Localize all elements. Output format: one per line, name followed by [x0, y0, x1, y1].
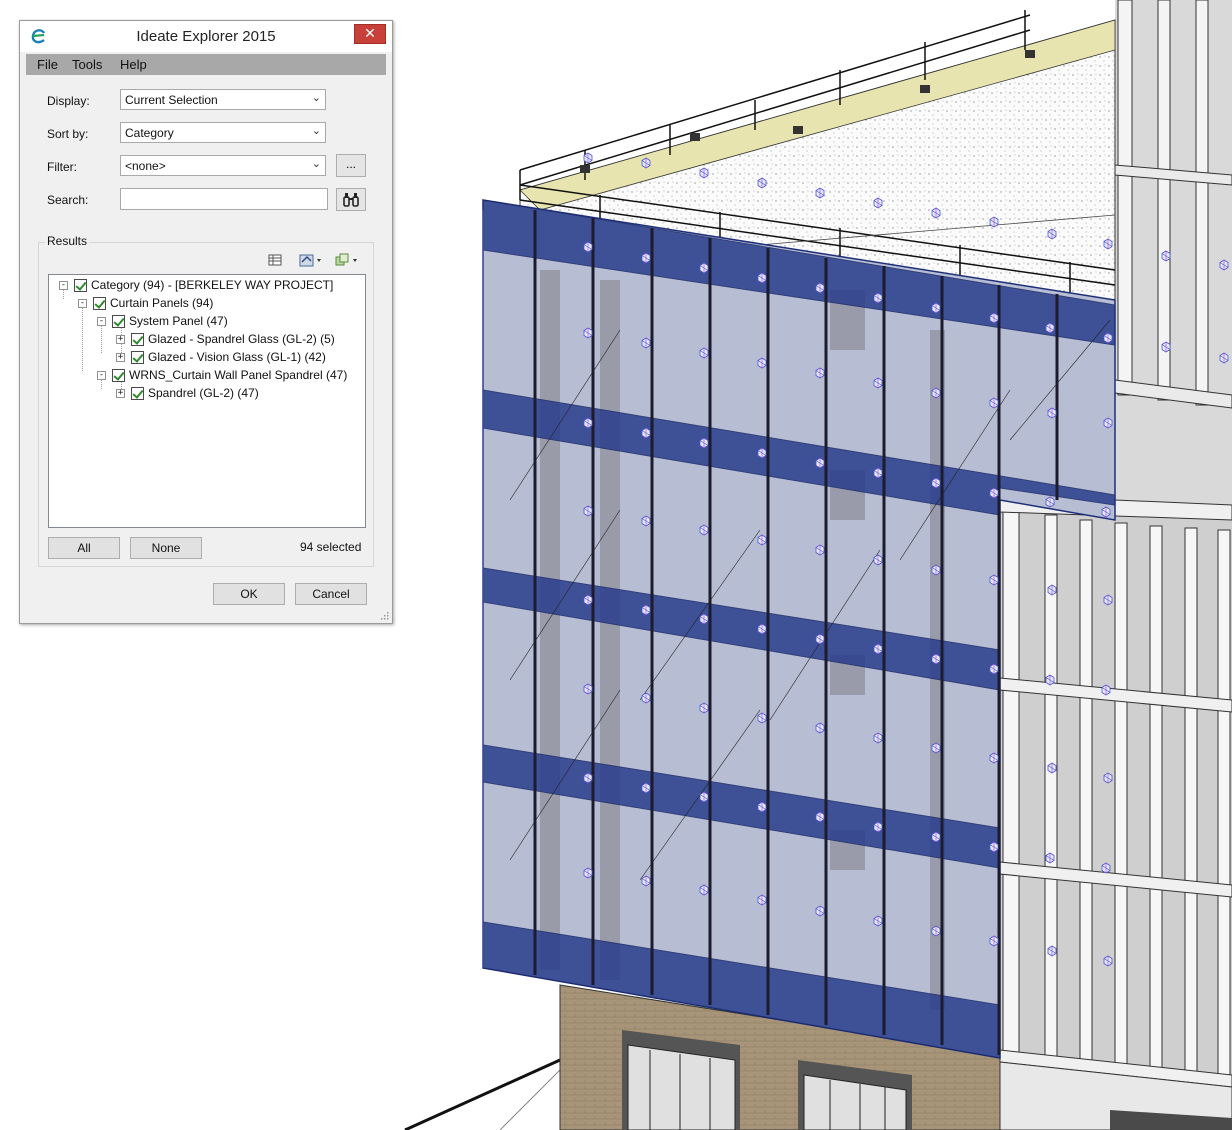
tree-node-label: Curtain Panels (94)	[110, 296, 214, 310]
tree-node-label: WRNS_Curtain Wall Panel Spandrel (47)	[129, 368, 348, 382]
collapse-icon[interactable]: -	[59, 281, 68, 290]
collapse-icon[interactable]: -	[97, 317, 106, 326]
title-bar[interactable]: Ideate Explorer 2015 ✕	[20, 21, 392, 52]
tree-node-label: Glazed - Vision Glass (GL-1) (42)	[148, 350, 326, 364]
display-dropdown[interactable]: Current Selection ⌄	[120, 89, 326, 110]
expand-icon[interactable]: +	[116, 353, 125, 362]
select-none-button[interactable]: None	[130, 537, 202, 559]
ideate-explorer-dialog: Ideate Explorer 2015 ✕ File Tools Help D…	[19, 20, 393, 624]
collapse-icon[interactable]: -	[78, 299, 87, 308]
tree-node-wrns-spandrel[interactable]: - WRNS_Curtain Wall Panel Spandrel (47)	[49, 367, 365, 385]
chevron-down-icon: ⌄	[311, 124, 321, 137]
filter-dropdown[interactable]: <none> ⌄	[120, 155, 326, 176]
checkbox-checked[interactable]	[112, 315, 125, 328]
tree-node-system-panel[interactable]: - System Panel (47)	[49, 313, 365, 331]
menu-help[interactable]: Help	[120, 57, 147, 72]
menu-bar: File Tools Help	[26, 54, 386, 75]
display-value: Current Selection	[125, 93, 218, 107]
tree-node-label: System Panel (47)	[129, 314, 228, 328]
grid-view-icon[interactable]	[268, 252, 282, 268]
select-all-button[interactable]: All	[48, 537, 120, 559]
tree-node-category[interactable]: - Category (94) - [BERKELEY WAY PROJECT]	[49, 277, 365, 295]
sort-by-label: Sort by:	[47, 127, 89, 141]
menu-tools[interactable]: Tools	[72, 57, 102, 72]
expand-icon[interactable]: +	[116, 335, 125, 344]
results-label: Results	[45, 234, 90, 248]
isolate-dropdown-icon[interactable]	[334, 252, 360, 268]
cancel-button[interactable]: Cancel	[295, 583, 367, 605]
find-button[interactable]	[336, 188, 366, 211]
checkbox-checked[interactable]	[131, 387, 144, 400]
resize-grip-icon[interactable]	[379, 610, 389, 620]
tree-node-spandrel-glass[interactable]: + Glazed - Spandrel Glass (GL-2) (5)	[49, 331, 365, 349]
tree-node-label: Spandrel (GL-2) (47)	[148, 386, 259, 400]
checkbox-checked[interactable]	[131, 333, 144, 346]
tree-node-label: Glazed - Spandrel Glass (GL-2) (5)	[148, 332, 335, 346]
tree-node-spandrel-gl2[interactable]: + Spandrel (GL-2) (47)	[49, 385, 365, 403]
chevron-down-icon: ⌄	[311, 91, 321, 104]
checkbox-checked[interactable]	[74, 279, 87, 292]
select-dropdown-icon[interactable]	[298, 252, 324, 268]
display-label: Display:	[47, 94, 90, 108]
collapse-icon[interactable]: -	[97, 371, 106, 380]
selected-count: 94 selected	[300, 540, 362, 554]
results-tree[interactable]: - Category (94) - [BERKELEY WAY PROJECT]…	[48, 274, 366, 528]
filter-value: <none>	[125, 159, 166, 173]
search-input[interactable]	[120, 188, 328, 210]
menu-file[interactable]: File	[37, 57, 58, 72]
close-button[interactable]: ✕	[354, 24, 386, 44]
binoculars-icon	[343, 193, 359, 207]
tree-node-vision-glass[interactable]: + Glazed - Vision Glass (GL-1) (42)	[49, 349, 365, 367]
checkbox-checked[interactable]	[131, 351, 144, 364]
filter-label: Filter:	[47, 160, 77, 174]
tree-node-label: Category (94) - [BERKELEY WAY PROJECT]	[91, 278, 334, 292]
sort-by-dropdown[interactable]: Category ⌄	[120, 122, 326, 143]
sort-by-value: Category	[125, 126, 174, 140]
filter-options-button[interactable]: ...	[336, 154, 366, 177]
window-title: Ideate Explorer 2015	[136, 28, 276, 45]
expand-icon[interactable]: +	[116, 389, 125, 398]
close-icon: ✕	[364, 26, 376, 42]
search-label: Search:	[47, 193, 89, 207]
ok-button[interactable]: OK	[213, 583, 285, 605]
checkbox-checked[interactable]	[93, 297, 106, 310]
checkbox-checked[interactable]	[112, 369, 125, 382]
tree-node-curtain-panels[interactable]: - Curtain Panels (94)	[49, 295, 365, 313]
chevron-down-icon: ⌄	[311, 157, 321, 170]
